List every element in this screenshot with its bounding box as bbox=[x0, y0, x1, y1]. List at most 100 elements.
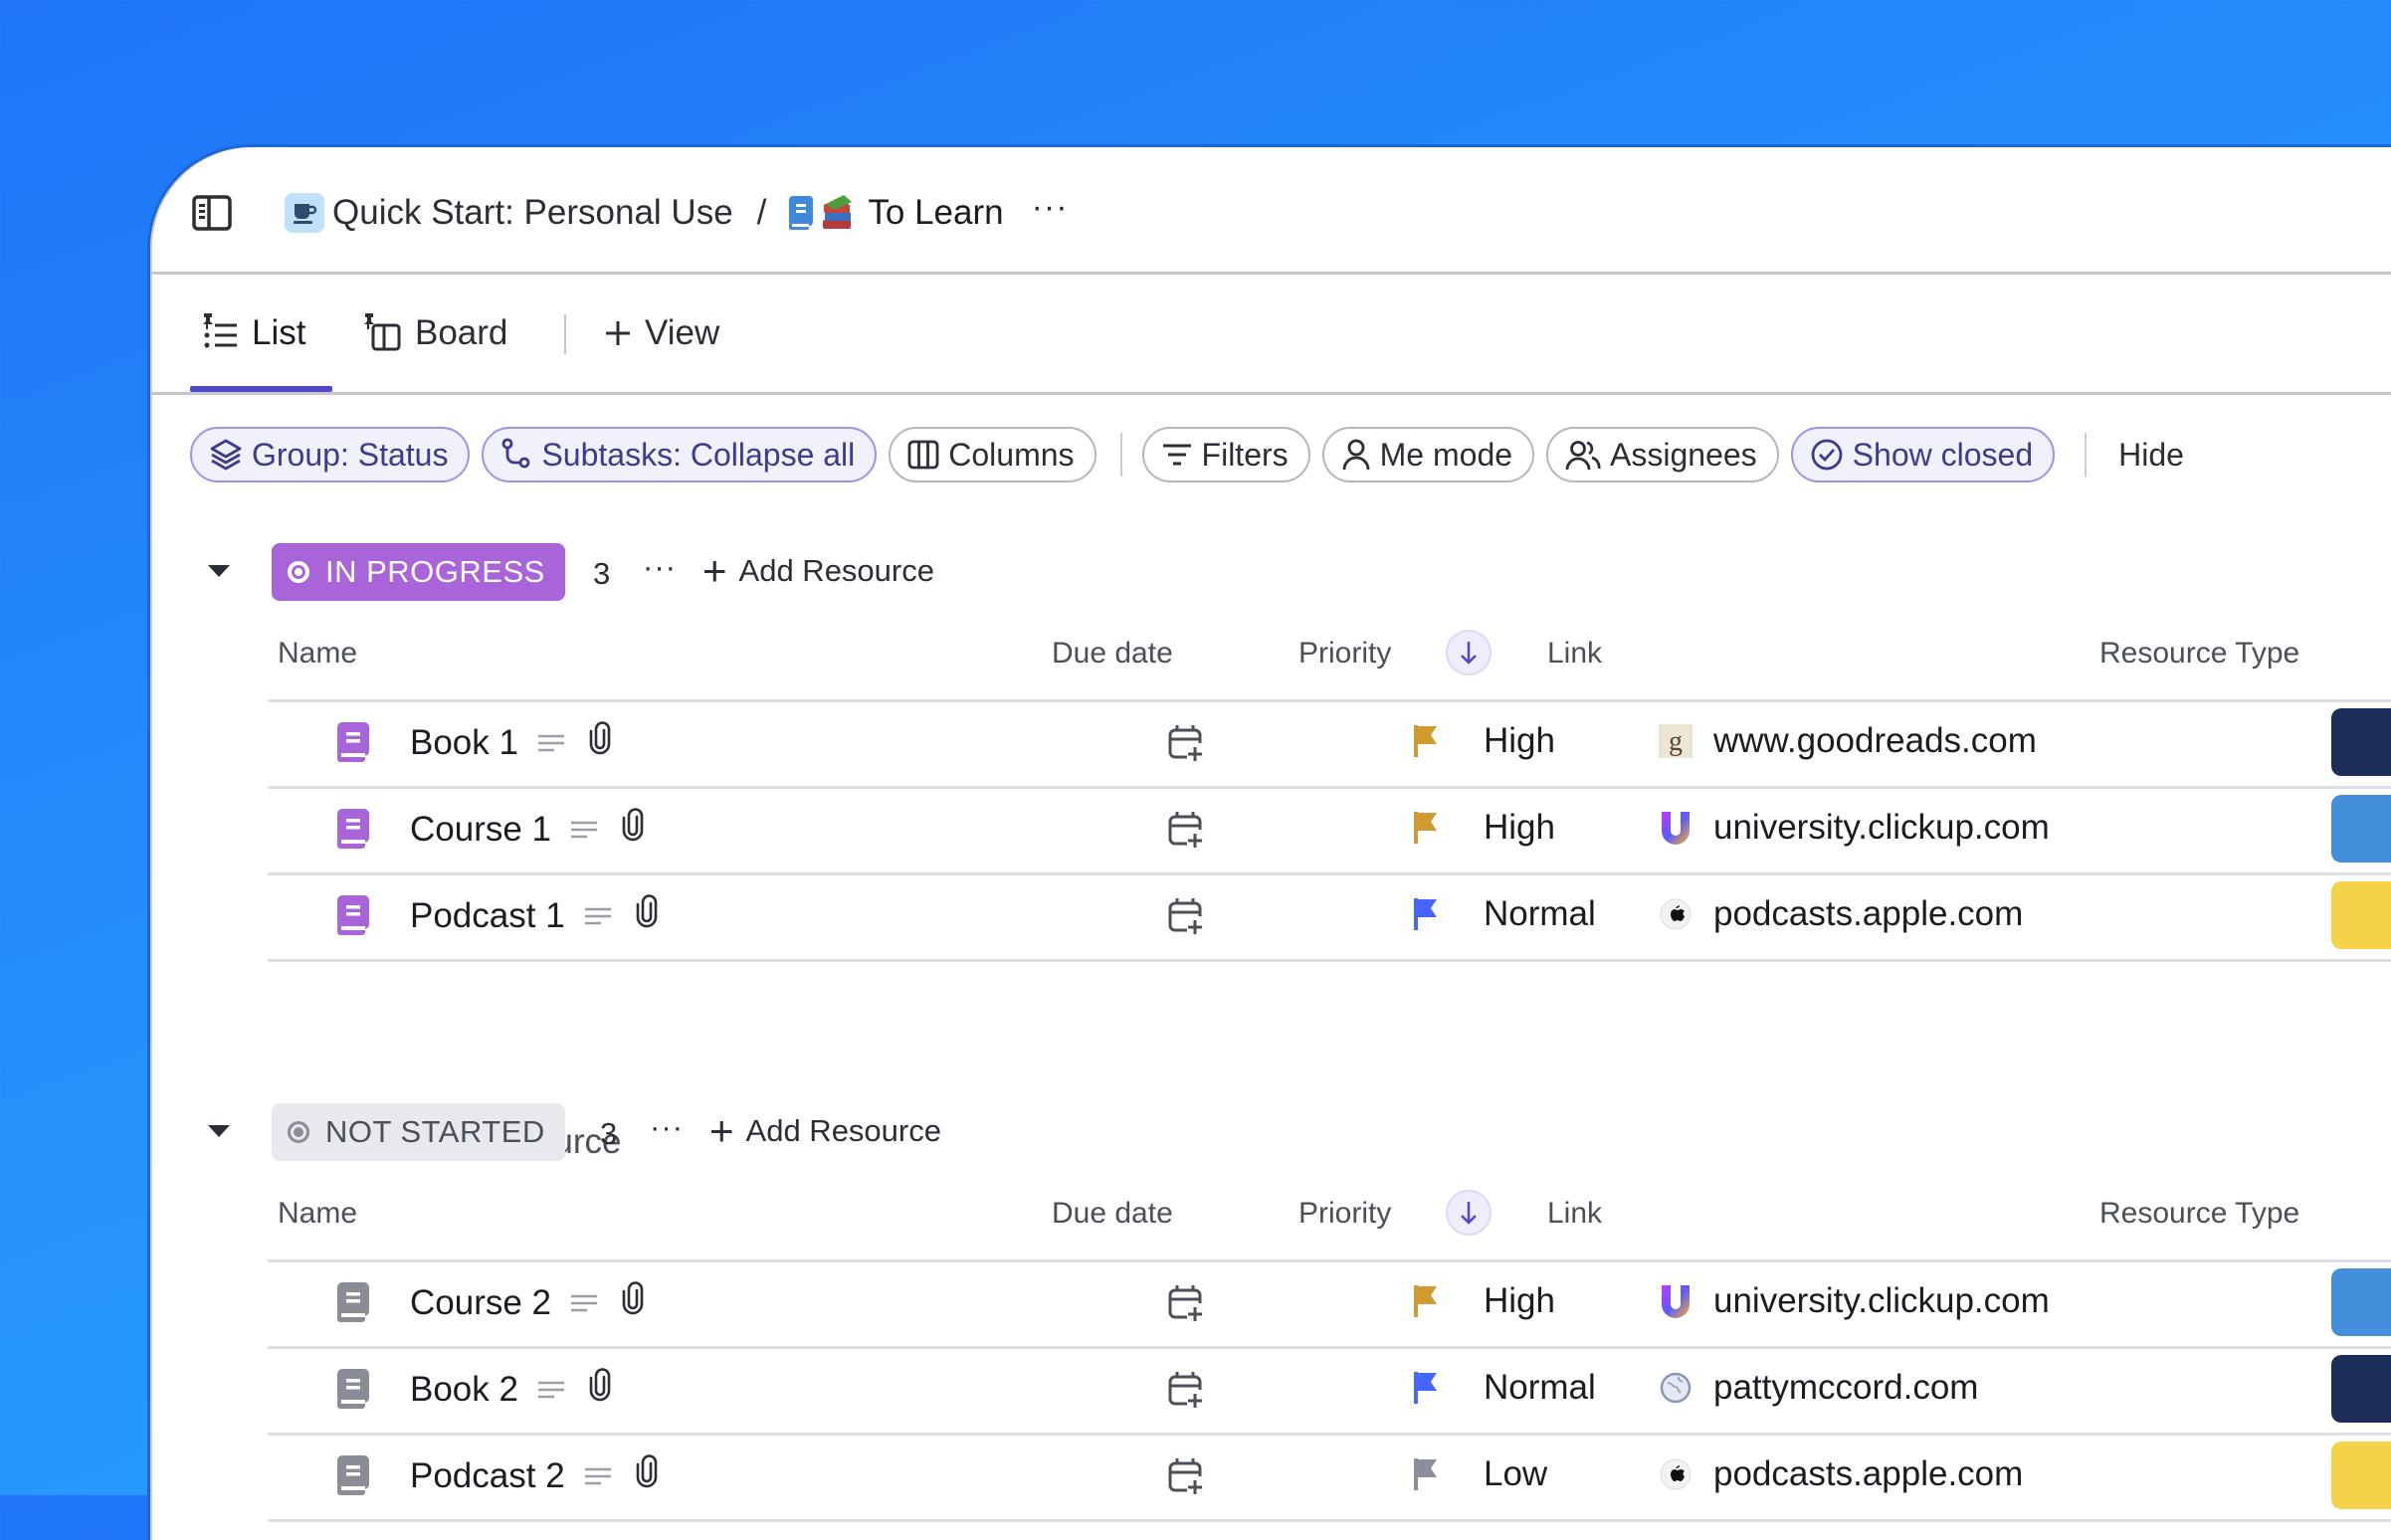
link-cell[interactable]: g www.goodreads.com bbox=[1658, 721, 2037, 761]
attachment-icon[interactable] bbox=[621, 1281, 645, 1324]
column-headers: Name Due date Priority Link Resource Typ… bbox=[268, 613, 2391, 702]
attachment-icon[interactable] bbox=[635, 1454, 659, 1497]
apple-podcasts-icon bbox=[1658, 1456, 1694, 1492]
group-add-resource-button[interactable]: + Add Resource bbox=[709, 1107, 941, 1154]
resource-type-badge[interactable]: Podcast bbox=[2331, 1442, 2391, 1509]
task-name-cell[interactable]: Podcast 1 bbox=[410, 894, 659, 937]
subtasks-button[interactable]: Subtasks: Collapse all bbox=[482, 427, 878, 482]
add-due-date-button[interactable] bbox=[1167, 1283, 1203, 1328]
column-resource-type[interactable]: Resource Type bbox=[2099, 1197, 2299, 1231]
add-view-button[interactable]: View bbox=[603, 302, 719, 364]
attachment-icon[interactable] bbox=[588, 1368, 612, 1411]
add-due-date-button[interactable] bbox=[1167, 896, 1203, 941]
show-closed-button[interactable]: Show closed bbox=[1790, 427, 2056, 482]
task-name-cell[interactable]: Book 2 bbox=[410, 1368, 612, 1411]
resource-type-badge[interactable]: Course bbox=[2331, 795, 2391, 863]
column-due-date[interactable]: Due date bbox=[1052, 637, 1173, 671]
link-cell[interactable]: university.clickup.com bbox=[1658, 1281, 2050, 1321]
column-resource-type[interactable]: Resource Type bbox=[2099, 637, 2299, 671]
task-row[interactable]: Podcast 1 Normal podcasts.apple.com Podcast bbox=[268, 872, 2391, 962]
tab-list[interactable]: List bbox=[200, 302, 305, 364]
priority-cell[interactable]: Normal bbox=[1412, 1368, 1596, 1408]
column-link[interactable]: Link bbox=[1547, 637, 1602, 671]
sidebar-icon bbox=[192, 195, 232, 231]
status-badge[interactable]: NOT STARTED bbox=[272, 1103, 565, 1161]
add-view-label: View bbox=[645, 313, 720, 352]
add-due-date-button[interactable] bbox=[1167, 723, 1203, 768]
link-cell[interactable]: podcasts.apple.com bbox=[1658, 894, 2023, 934]
add-due-date-button[interactable] bbox=[1167, 810, 1203, 855]
me-mode-button[interactable]: Me mode bbox=[1321, 427, 1535, 482]
breadcrumb-list[interactable]: To Learn bbox=[788, 193, 1004, 233]
filters-button[interactable]: Filters bbox=[1141, 427, 1310, 482]
priority-cell[interactable]: High bbox=[1412, 721, 1555, 761]
add-due-date-button[interactable] bbox=[1167, 1370, 1203, 1415]
task-row[interactable]: Podcast 2 Low podcasts.apple.com Podcast bbox=[268, 1433, 2391, 1522]
task-name-cell[interactable]: Course 1 bbox=[410, 808, 645, 851]
user-icon bbox=[1342, 439, 1370, 471]
task-name: Book 2 bbox=[410, 1369, 518, 1409]
breadcrumb-separator: / bbox=[756, 193, 767, 232]
task-row[interactable]: Book 2 Normal pattymccord.com Book bbox=[268, 1346, 2391, 1436]
tab-board[interactable]: Board bbox=[361, 302, 507, 364]
plus-icon: + bbox=[702, 547, 727, 594]
collapse-caret-icon[interactable] bbox=[208, 565, 230, 577]
task-name: Podcast 1 bbox=[410, 895, 565, 935]
column-name[interactable]: Name bbox=[278, 1197, 357, 1231]
status-label: NOT STARTED bbox=[325, 1114, 545, 1149]
group-more-button[interactable]: ··· bbox=[643, 549, 677, 585]
task-type-icon bbox=[335, 808, 371, 855]
task-name-cell[interactable]: Podcast 2 bbox=[410, 1454, 659, 1497]
link-cell[interactable]: podcasts.apple.com bbox=[1658, 1454, 2023, 1494]
resource-type-badge[interactable]: Book bbox=[2331, 1355, 2391, 1423]
description-icon bbox=[583, 896, 613, 936]
breadcrumb-space[interactable]: Quick Start: Personal Use bbox=[285, 193, 733, 233]
link-cell[interactable]: university.clickup.com bbox=[1658, 808, 2050, 848]
coffee-cup-icon bbox=[285, 193, 324, 233]
column-due-date[interactable]: Due date bbox=[1052, 1197, 1173, 1231]
column-priority[interactable]: Priority bbox=[1298, 1197, 1391, 1231]
description-icon bbox=[569, 1283, 599, 1323]
task-row[interactable]: Course 2 High university.clickup.com Course bbox=[268, 1259, 2391, 1349]
collapse-caret-icon[interactable] bbox=[208, 1125, 230, 1137]
resource-type-badge[interactable]: Course bbox=[2331, 1268, 2391, 1336]
calendar-plus-icon bbox=[1167, 812, 1203, 854]
task-row[interactable]: Book 1 High g www.goodreads.com Book bbox=[268, 699, 2391, 789]
breadcrumb: Quick Start: Personal Use / To Learn ··· bbox=[285, 187, 1069, 239]
group-more-button[interactable]: ··· bbox=[650, 1109, 684, 1145]
sort-descending-button[interactable] bbox=[1446, 1190, 1492, 1236]
attachment-icon[interactable] bbox=[588, 721, 612, 764]
column-priority[interactable]: Priority bbox=[1298, 637, 1391, 671]
column-link[interactable]: Link bbox=[1547, 1197, 1602, 1231]
layers-icon bbox=[210, 439, 242, 471]
task-row[interactable]: Course 1 High university.clickup.com Course bbox=[268, 786, 2391, 875]
priority-cell[interactable]: Low bbox=[1412, 1454, 1547, 1494]
calendar-plus-icon bbox=[1167, 725, 1203, 767]
sort-descending-button[interactable] bbox=[1446, 630, 1492, 675]
link-cell[interactable]: pattymccord.com bbox=[1658, 1368, 1978, 1408]
attachment-icon[interactable] bbox=[635, 894, 659, 937]
priority-cell[interactable]: High bbox=[1412, 808, 1555, 848]
more-options-button[interactable]: ··· bbox=[1032, 188, 1069, 227]
sidebar-toggle-button[interactable] bbox=[192, 195, 232, 231]
link-url: www.goodreads.com bbox=[1713, 721, 2037, 760]
priority-cell[interactable]: High bbox=[1412, 1281, 1555, 1321]
task-name-cell[interactable]: Course 2 bbox=[410, 1281, 645, 1324]
task-name-cell[interactable]: Book 1 bbox=[410, 721, 612, 764]
apple-podcasts-icon bbox=[1658, 896, 1694, 932]
resource-type-badge[interactable]: Book bbox=[2331, 708, 2391, 776]
resource-type-badge[interactable]: Podcast bbox=[2331, 881, 2391, 949]
hide-button[interactable]: Hide bbox=[2118, 437, 2184, 474]
columns-button[interactable]: Columns bbox=[889, 427, 1096, 482]
priority-cell[interactable]: Normal bbox=[1412, 894, 1596, 934]
group-add-resource-button[interactable]: + Add Resource bbox=[702, 547, 934, 594]
column-name[interactable]: Name bbox=[278, 637, 357, 671]
attachment-icon[interactable] bbox=[621, 808, 645, 851]
plus-icon: + bbox=[709, 1107, 734, 1154]
status-badge[interactable]: IN PROGRESS bbox=[272, 543, 565, 601]
add-due-date-button[interactable] bbox=[1167, 1456, 1203, 1501]
board-icon bbox=[364, 313, 401, 351]
assignees-button[interactable]: Assignees bbox=[1546, 427, 1779, 482]
svg-text:g: g bbox=[1669, 726, 1683, 757]
group-by-button[interactable]: Group: Status bbox=[190, 427, 471, 482]
